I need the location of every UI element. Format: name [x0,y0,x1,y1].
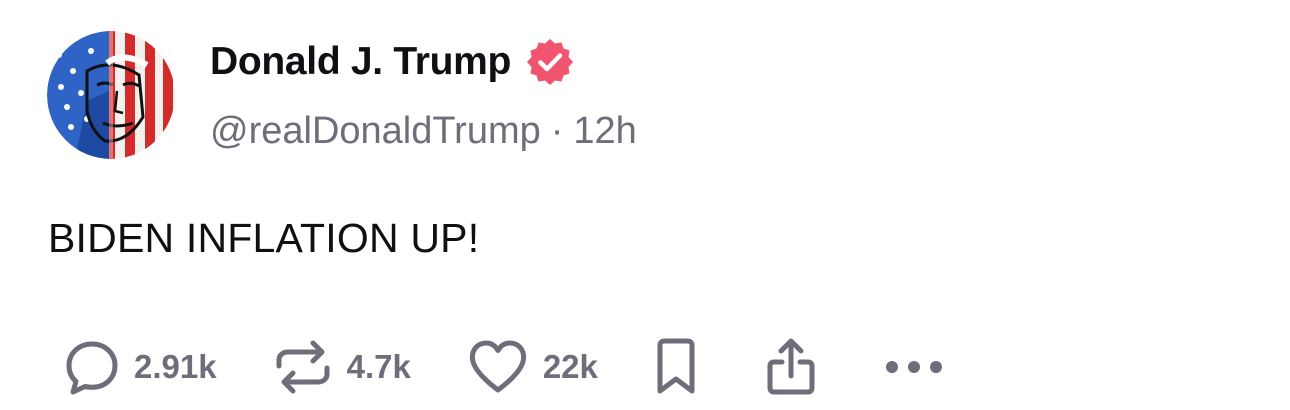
like-count: 22k [542,348,598,385]
like-button[interactable]: 22k [467,337,598,397]
retruth-count: 4.7k [346,348,411,385]
more-dots-icon [884,357,944,377]
retruth-button[interactable]: 4.7k [273,336,411,398]
heart-icon [467,337,529,397]
retruth-icon [273,336,333,398]
more-options-button[interactable] [884,357,944,377]
post-body-text: BIDEN INFLATION UP! [48,215,480,261]
avatar-image [47,31,175,159]
author-meta-row: @realDonaldTrump · 12h [210,108,637,154]
bookmark-button[interactable] [654,336,698,398]
reply-count: 2.91k [134,348,217,385]
meta-separator: · [550,109,564,152]
author-handle[interactable]: @realDonaldTrump [210,110,541,153]
share-icon [764,336,818,398]
share-button[interactable] [764,336,818,398]
reply-button[interactable]: 2.91k [64,337,217,397]
verified-badge-icon [525,37,575,87]
post-actions-bar: 2.91k 4.7k 22k [64,335,944,399]
bookmark-icon [654,336,698,398]
post-card: Donald J. Trump @realDonaldTrump · 12h B… [0,0,1290,410]
author-name-row: Donald J. Trump [210,38,575,86]
reply-bubble-icon [64,337,120,397]
post-timestamp[interactable]: 12h [573,110,636,153]
author-display-name[interactable]: Donald J. Trump [210,40,511,84]
author-avatar[interactable] [47,31,175,159]
